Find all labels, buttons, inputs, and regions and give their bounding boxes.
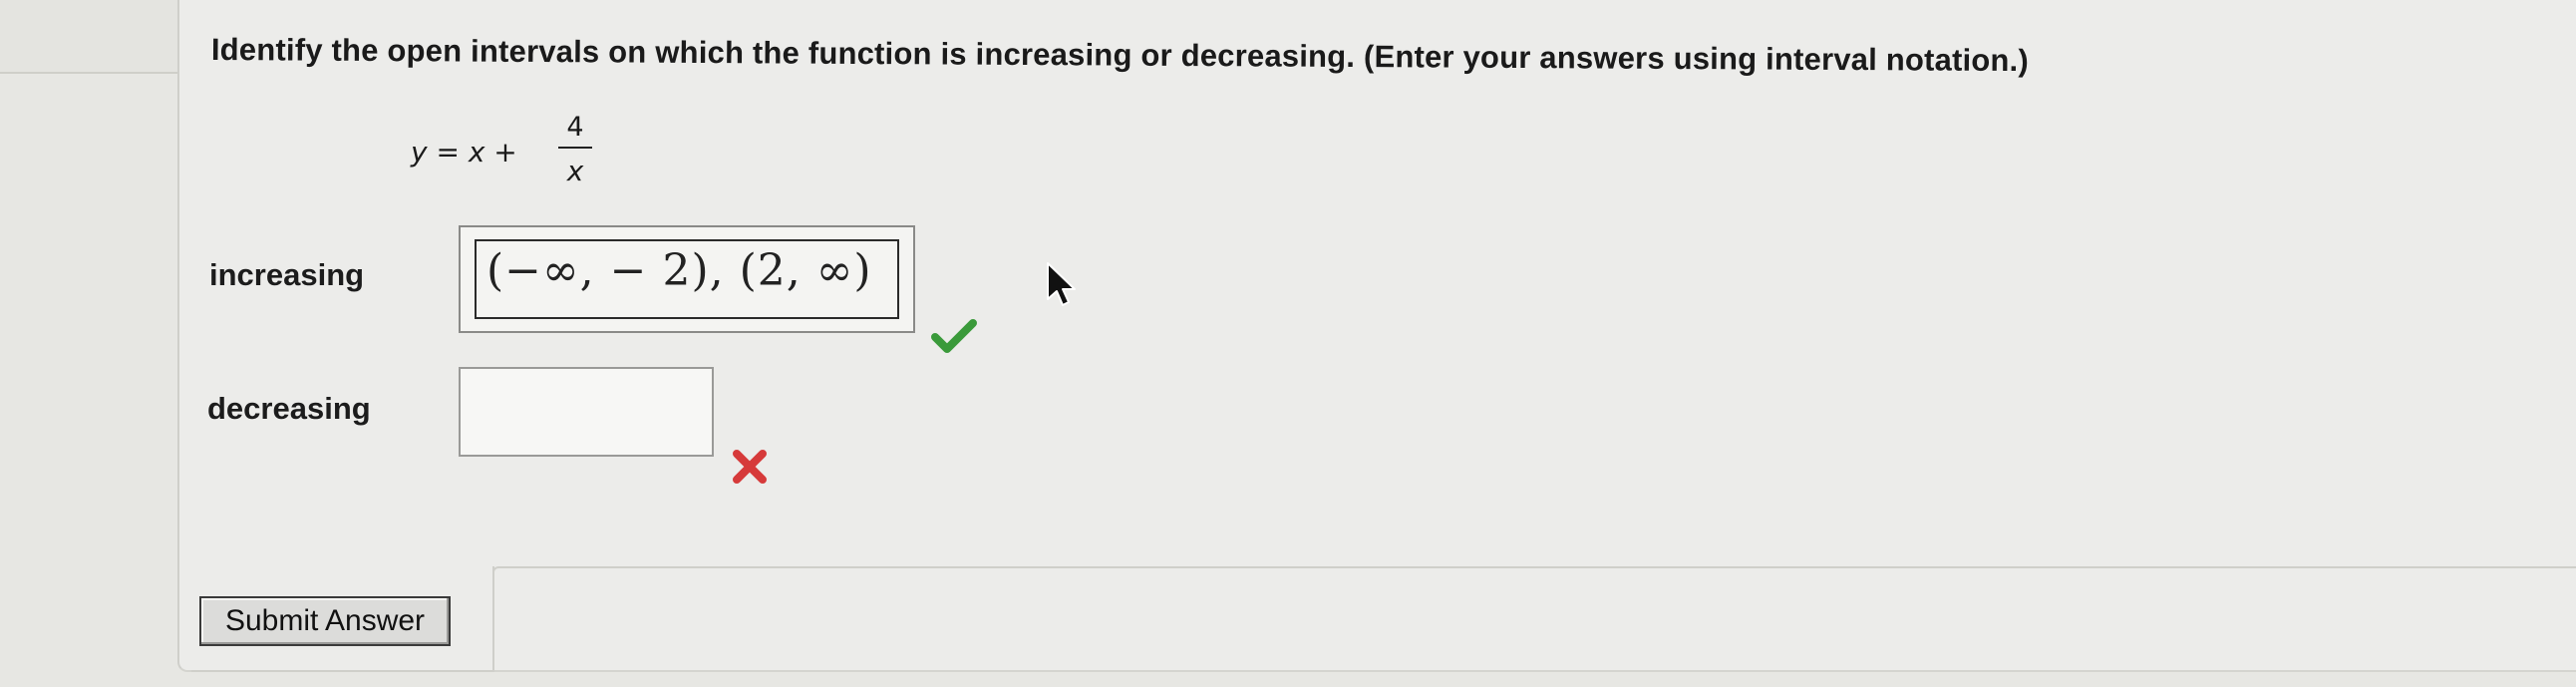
decreasing-answer-field[interactable] — [459, 367, 714, 457]
equation-fraction: 4 x — [558, 112, 592, 187]
check-icon — [931, 319, 977, 353]
cross-icon — [733, 450, 767, 484]
decreasing-label: decreasing — [207, 391, 371, 426]
fraction-bar — [558, 147, 592, 149]
submit-area-divider — [492, 566, 2576, 614]
mouse-pointer-icon — [1047, 262, 1076, 306]
increasing-answer-value: (−∞, − 2), (2, ∞) — [486, 245, 872, 296]
increasing-label: increasing — [209, 257, 365, 292]
equation-lhs: y = x + — [411, 136, 517, 169]
fraction-numerator: 4 — [566, 112, 584, 143]
increasing-answer-field[interactable]: (−∞, − 2), (2, ∞) — [459, 225, 915, 333]
submit-answer-button[interactable]: Submit Answer — [199, 596, 451, 646]
fraction-denominator: x — [566, 155, 584, 187]
